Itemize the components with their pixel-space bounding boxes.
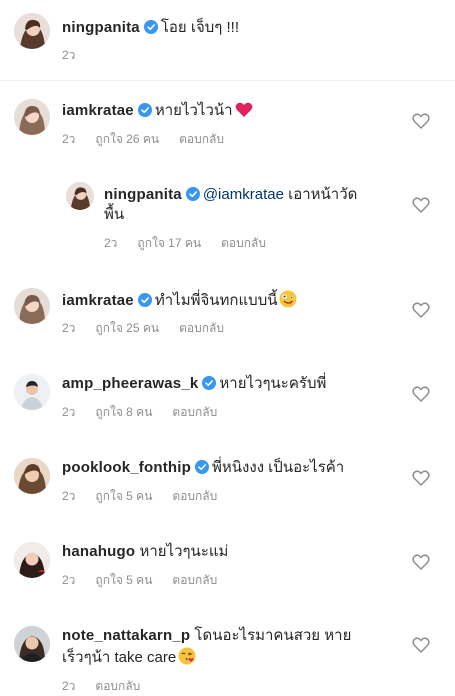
comments-page: ningpanita โอย เจ็บๆ !!! 2ว iamkratae หายไ… (0, 0, 455, 696)
likes-count[interactable]: ถูกใจ 25 คน (95, 321, 159, 335)
reply-button[interactable]: ตอบกลับ (221, 236, 266, 250)
avatar[interactable] (14, 458, 50, 494)
comment-item: hanahugo หายไวๆนะแม่ 2ว ถูกใจ 5 คน ตอบกลับ (0, 510, 455, 594)
caption: ningpanita โอย เจ็บๆ !!! 2ว (0, 0, 455, 80)
timestamp: 2ว (62, 48, 76, 62)
comment-text: ทำไมพี่จินทกแบบนี้ (154, 292, 278, 309)
avatar[interactable] (14, 288, 50, 324)
username[interactable]: pooklook_fonthip (62, 459, 191, 476)
comment-item: iamkratae ทำไมพี่จินทกแบบนี้ 2ว ถูกใจ 25 ค… (0, 258, 455, 342)
like-heart-icon[interactable] (412, 196, 430, 214)
reply-button[interactable]: ตอบกลับ (179, 132, 224, 146)
username[interactable]: ningpanita (104, 186, 182, 203)
comment-item: iamkratae หายไวไวน้า 2ว ถูกใจ 26 คน ตอบกลับ (0, 81, 455, 163)
username[interactable]: iamkratae (62, 292, 134, 309)
like-heart-icon[interactable] (412, 385, 430, 403)
like-heart-icon[interactable] (412, 301, 430, 319)
face-blowing-kiss-emoji-icon (178, 647, 196, 665)
username[interactable]: note_nattakarn_p (62, 627, 190, 644)
caption-text: โอย เจ็บๆ !!! (160, 19, 240, 36)
reply-button[interactable]: ตอบกลับ (172, 573, 217, 587)
verified-badge-icon (137, 103, 152, 117)
likes-count[interactable]: ถูกใจ 5 คน (95, 489, 152, 503)
comment-text: พี่หนิงงง เป็นอะไรค้า (212, 459, 345, 476)
comment-item: amp_pheerawas_k หายไวๆนะครับพี่ 2ว ถูกใจ 8… (0, 342, 455, 426)
likes-count[interactable]: ถูกใจ 26 คน (95, 132, 159, 146)
mention-link[interactable]: @iamkratae (203, 186, 284, 203)
username[interactable]: hanahugo (62, 543, 135, 560)
reply-button[interactable]: ตอบกลับ (172, 405, 217, 419)
comment-text: หายไวๆนะครับพี่ (219, 375, 327, 392)
like-heart-icon[interactable] (412, 553, 430, 571)
comment-text: หายไวๆนะแม่ (139, 543, 229, 560)
comment-item: note_nattakarn_p โดนอะไรมาคนสวย หาย เร็ว… (0, 594, 455, 696)
verified-badge-icon (143, 20, 158, 34)
likes-count[interactable]: ถูกใจ 5 คน (95, 573, 152, 587)
likes-count[interactable]: ถูกใจ 17 คน (137, 236, 201, 250)
timestamp: 2ว (62, 489, 76, 503)
avatar[interactable] (66, 182, 94, 210)
avatar[interactable] (14, 99, 50, 135)
reply-button[interactable]: ตอบกลับ (95, 679, 140, 693)
reply-item: ningpanita @iamkratae เอาหน้าวัด พื้น 2ว ถ… (0, 163, 455, 258)
timestamp: 2ว (62, 321, 76, 335)
timestamp: 2ว (62, 573, 76, 587)
verified-badge-icon (185, 187, 200, 201)
verified-badge-icon (202, 376, 217, 390)
avatar[interactable] (14, 374, 50, 410)
timestamp: 2ว (104, 236, 118, 250)
comment-item: pooklook_fonthip พี่หนิงงง เป็นอะไรค้า 2ว… (0, 426, 455, 510)
username[interactable]: ningpanita (62, 19, 140, 36)
comment-text: หายไวไวน้า (154, 102, 233, 119)
verified-badge-icon (137, 293, 152, 307)
avatar[interactable] (14, 13, 50, 49)
comment-text: เอาหน้าวัด (288, 186, 358, 203)
like-heart-icon[interactable] (412, 636, 430, 654)
reply-button[interactable]: ตอบกลับ (172, 489, 217, 503)
comment-text: โดนอะไรมาคนสวย หาย (194, 627, 352, 644)
comment-text-line2: เร็วๆน้า take care (62, 649, 177, 666)
timestamp: 2ว (62, 132, 76, 146)
zany-face-emoji-icon (279, 290, 297, 308)
avatar[interactable] (14, 626, 50, 662)
red-heart-emoji-icon (235, 102, 253, 118)
timestamp: 2ว (62, 405, 76, 419)
comment-text-line2: พื้น (104, 206, 125, 223)
like-heart-icon[interactable] (412, 112, 430, 130)
verified-badge-icon (195, 460, 210, 474)
likes-count[interactable]: ถูกใจ 8 คน (95, 405, 152, 419)
username[interactable]: amp_pheerawas_k (62, 375, 198, 392)
like-heart-icon[interactable] (412, 469, 430, 487)
reply-button[interactable]: ตอบกลับ (179, 321, 224, 335)
avatar[interactable] (14, 542, 50, 578)
username[interactable]: iamkratae (62, 102, 134, 119)
timestamp: 2ว (62, 679, 76, 693)
